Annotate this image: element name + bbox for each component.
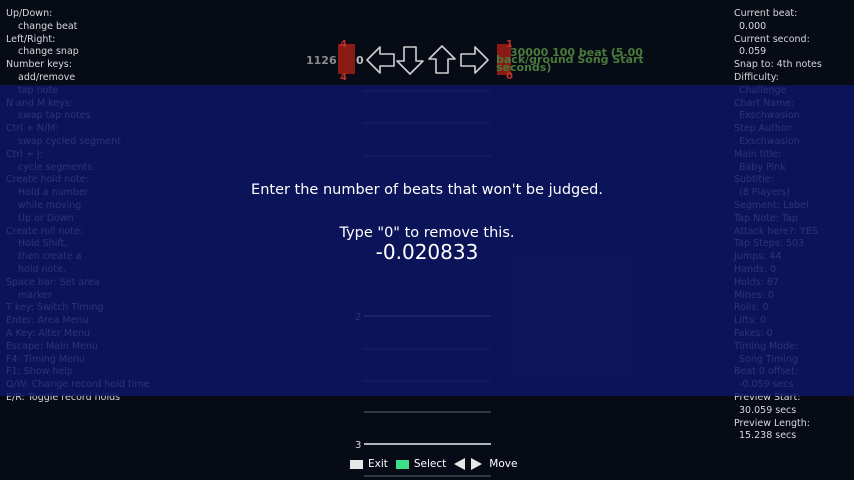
up-arrow-icon bbox=[428, 45, 456, 74]
down-arrow-icon bbox=[396, 46, 424, 75]
info-line: Current second: bbox=[734, 33, 810, 45]
footer-controls: Exit Select Move bbox=[350, 458, 517, 470]
help-line: change beat bbox=[18, 20, 78, 32]
help-line: add/remove bbox=[18, 71, 76, 83]
receptor-marker: 0 bbox=[356, 54, 364, 67]
receptor-row: 1126 4 4 0 1 0 30000 100 beat (5.00 back… bbox=[306, 39, 644, 83]
dialog-value-input[interactable]: -0.020833 bbox=[0, 240, 854, 264]
info-line: Preview Length: bbox=[734, 417, 810, 429]
exit-label[interactable]: Exit bbox=[368, 458, 388, 470]
right-arrow-icon bbox=[460, 46, 489, 74]
info-line: Snap to: 4th notes bbox=[734, 59, 822, 71]
left-arrow-icon bbox=[366, 46, 395, 74]
exit-key-icon bbox=[350, 459, 363, 469]
info-line: 0.000 bbox=[739, 20, 767, 32]
beat-marker-3: 3 bbox=[355, 440, 361, 451]
move-arrows-icon bbox=[454, 458, 483, 470]
info-line: 30.059 secs bbox=[739, 404, 797, 416]
info-line: Difficulty: bbox=[734, 71, 779, 83]
dialog-hint: Type "0" to remove this. bbox=[339, 225, 515, 241]
help-line: Left/Right: bbox=[6, 33, 56, 45]
bpm-value-top: 4 bbox=[340, 39, 347, 50]
receptor-left-number: 1126 bbox=[306, 54, 337, 67]
help-line: Number keys: bbox=[6, 59, 72, 71]
info-line: Current beat: bbox=[734, 8, 798, 19]
bpm-value-bottom: 4 bbox=[340, 72, 347, 83]
help-line: change snap bbox=[18, 46, 79, 58]
receptor-label-line2: seconds) bbox=[496, 61, 551, 74]
move-label[interactable]: Move bbox=[489, 458, 517, 470]
help-line: Up/Down: bbox=[6, 8, 53, 19]
dialog-prompt: Enter the number of beats that won't be … bbox=[251, 182, 603, 198]
select-label[interactable]: Select bbox=[414, 458, 446, 470]
info-line: 0.059 bbox=[739, 46, 767, 58]
info-line: 15.238 secs bbox=[739, 430, 797, 442]
select-key-icon bbox=[395, 459, 409, 469]
